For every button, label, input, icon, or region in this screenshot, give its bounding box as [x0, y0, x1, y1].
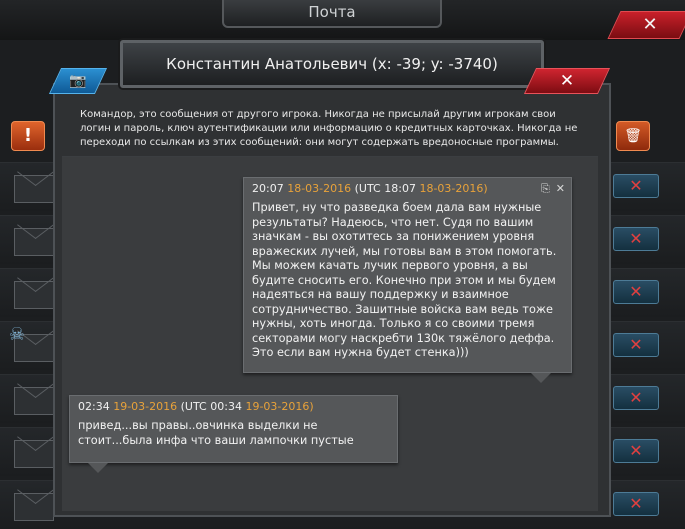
row-delete-button[interactable]: ✕	[613, 174, 659, 198]
utc-time: 00:34	[210, 400, 242, 413]
mail-window-title: Почта	[222, 0, 442, 28]
message-meta: 20:07 18-03-2016 (UTC 18:07 18-03-2016)	[252, 182, 563, 195]
row-delete-button[interactable]: ✕	[613, 439, 659, 463]
row-delete-button[interactable]: ✕	[613, 333, 659, 357]
bubble-tail	[88, 463, 108, 473]
copy-icon[interactable]: ⎘	[541, 182, 550, 195]
envelope-icon	[14, 440, 54, 468]
message-time: 02:34	[78, 400, 110, 413]
message-actions: ⎘ ✕	[535, 182, 565, 196]
dialog-header: Константин Анатольевич (x: -39; y: -3740…	[120, 40, 544, 88]
skull-icon: ☠	[8, 324, 26, 345]
message-date: 18-03-2016	[287, 182, 352, 195]
trash-icon[interactable]: 🗑	[616, 121, 650, 151]
message-bubble: 20:07 18-03-2016 (UTC 18:07 18-03-2016) …	[243, 177, 572, 373]
envelope-icon	[14, 387, 54, 415]
utc-date: 18-03-2016)	[419, 182, 488, 195]
message-time: 20:07	[252, 182, 284, 195]
envelope-icon	[14, 175, 54, 203]
alert-button[interactable]: !	[11, 121, 45, 151]
utc-date: 19-03-2016)	[245, 400, 314, 413]
message-meta: 02:34 19-03-2016 (UTC 00:34 19-03-2016)	[78, 400, 389, 413]
message-text: привед...вы правы..овчинка выделки не ст…	[78, 419, 354, 447]
bubble-tail	[531, 373, 551, 383]
mail-close-button[interactable]: ✕	[607, 11, 685, 39]
row-delete-button[interactable]: ✕	[613, 227, 659, 251]
utc-time: 18:07	[384, 182, 416, 195]
message-bubble: 02:34 19-03-2016 (UTC 00:34 19-03-2016) …	[69, 395, 398, 463]
close-icon: ✕	[642, 14, 658, 35]
utc-label: (UTC	[180, 400, 207, 413]
camera-icon: 📷	[69, 73, 87, 89]
screenshot-button[interactable]: 📷	[48, 68, 108, 94]
row-delete-button[interactable]: ✕	[613, 386, 659, 410]
message-date: 19-03-2016	[113, 400, 178, 413]
utc-label: (UTC	[354, 182, 381, 195]
close-icon: ✕	[559, 71, 575, 91]
message-text: Привет, ну что разведка боем дала вам ну…	[252, 201, 557, 359]
envelope-icon	[14, 281, 54, 309]
row-delete-button[interactable]: ✕	[613, 492, 659, 516]
dialog-close-button[interactable]: ✕	[523, 68, 611, 94]
dialog-title: Константин Анатольевич (x: -39; y: -3740…	[166, 55, 498, 73]
security-warning: Командор, это сообщения от другого игрок…	[80, 109, 578, 148]
envelope-icon	[14, 228, 54, 256]
row-delete-button[interactable]: ✕	[613, 280, 659, 304]
envelope-icon	[14, 493, 54, 521]
delete-icon[interactable]: ✕	[556, 182, 565, 195]
